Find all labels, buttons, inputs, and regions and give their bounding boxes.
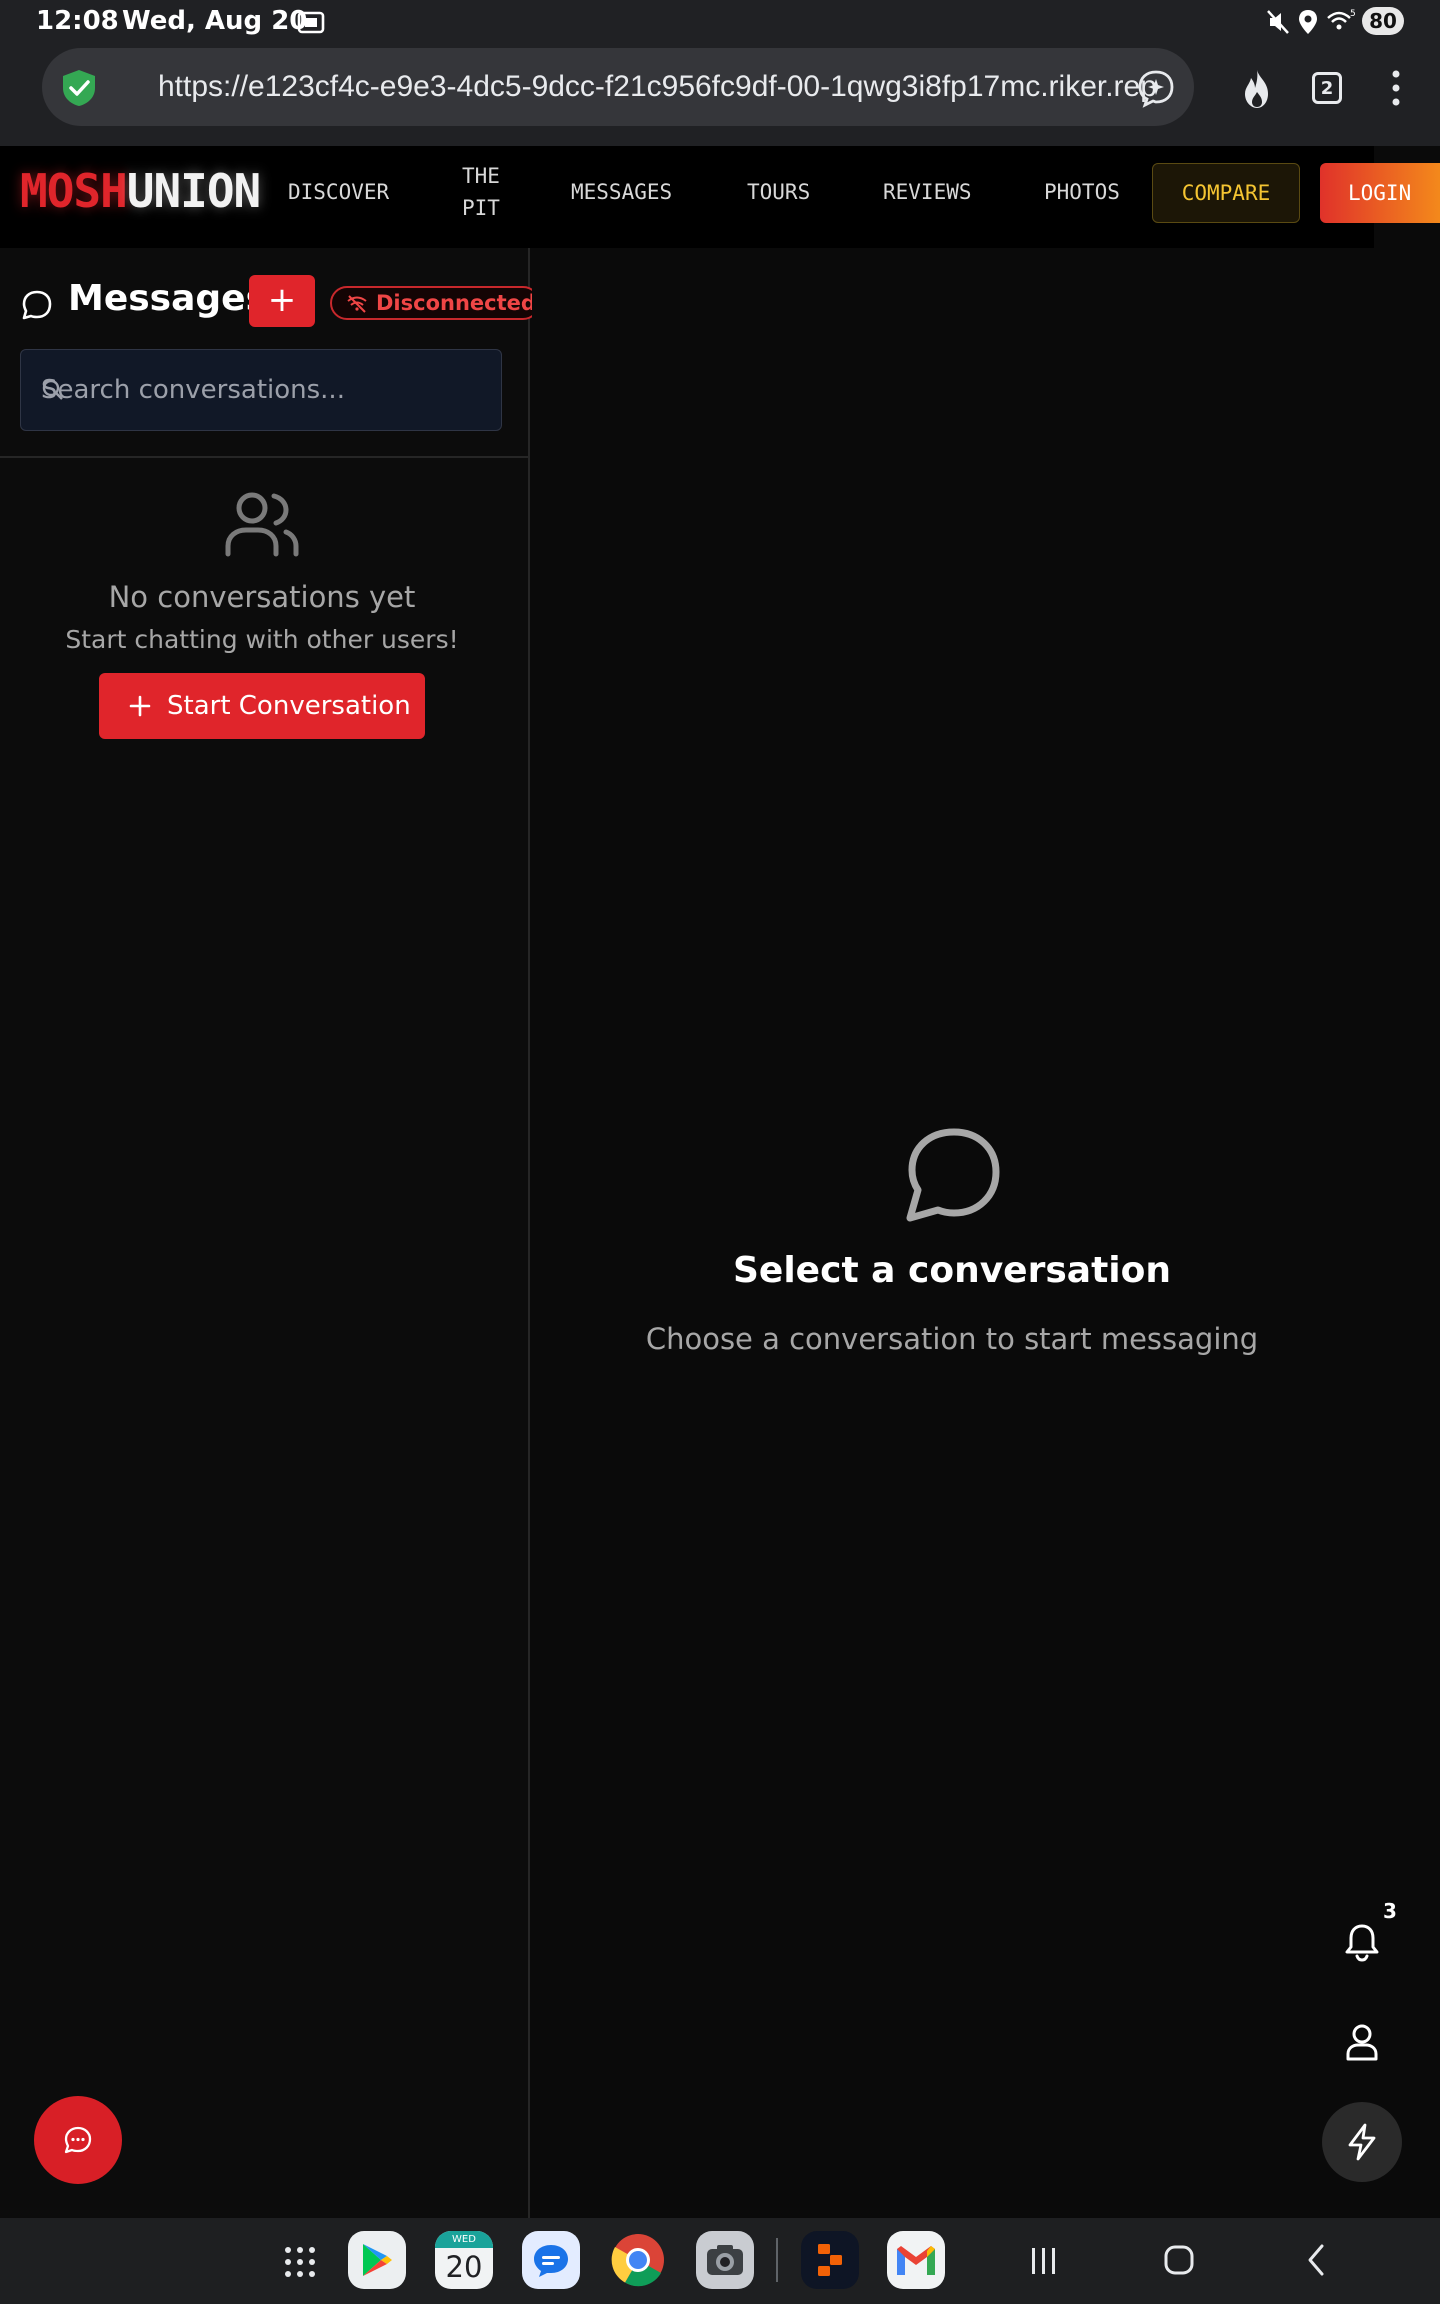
connection-status-label: Disconnected	[376, 291, 536, 315]
nav-the-pit-line2[interactable]: PIT	[462, 192, 500, 224]
status-bar: 12:08 Wed, Aug 20 5 80	[0, 0, 1440, 44]
signal-label: 5	[1350, 9, 1356, 19]
bell-icon[interactable]	[1344, 1922, 1380, 1962]
logo-union: UNION	[126, 164, 261, 218]
search-input[interactable]	[41, 350, 481, 430]
play-store-logo	[363, 2244, 392, 2276]
site-logo[interactable]: MOSHUNION	[20, 164, 261, 218]
tabs-icon[interactable]: 2	[1312, 72, 1342, 104]
calendar-icon[interactable]: WED 20	[435, 2231, 493, 2289]
nav-tours[interactable]: TOURS	[747, 176, 810, 208]
quick-actions-button[interactable]	[1322, 2102, 1402, 2182]
chat-bubble-icon	[22, 290, 52, 320]
dock-divider	[776, 2238, 778, 2282]
chrome-icon[interactable]	[609, 2231, 667, 2289]
nav-photos[interactable]: PHOTOS	[1044, 176, 1120, 208]
site-nav: MOSHUNION DISCOVER THE PIT MESSAGES TOUR…	[0, 146, 1440, 248]
camera-logo	[707, 2245, 743, 2275]
nav-reviews[interactable]: REVIEWS	[883, 176, 972, 208]
play-store-icon[interactable]	[348, 2231, 406, 2289]
nav-messages[interactable]: MESSAGES	[571, 176, 672, 208]
shield-check-icon[interactable]	[60, 68, 98, 108]
calendar-day-label: WED	[435, 2231, 493, 2248]
search-field[interactable]	[20, 349, 502, 431]
nav-discover[interactable]: DISCOVER	[288, 176, 389, 208]
chat-fab-icon	[64, 2126, 92, 2154]
battery-icon: 80	[1362, 7, 1404, 35]
screenshot-icon	[297, 11, 325, 34]
empty-state-subtitle: Start chatting with other users!	[65, 625, 459, 654]
taskbar: WED 20	[0, 2218, 1440, 2304]
home-icon[interactable]	[1162, 2240, 1196, 2280]
empty-state-title: No conversations yet	[108, 580, 416, 614]
plus-icon	[129, 695, 151, 717]
calendar-date-label: 20	[445, 2250, 483, 2284]
nav-the-pit-line1[interactable]: THE	[462, 160, 500, 192]
connection-status-badge: Disconnected	[330, 286, 540, 320]
messages-app-logo	[534, 2245, 568, 2277]
login-button[interactable]: LOGIN	[1320, 163, 1440, 223]
panel-divider	[0, 456, 530, 458]
chrome-logo	[611, 2234, 664, 2287]
conversations-panel: Messages + Disconnected No conversations…	[0, 248, 540, 2218]
logo-mosh: MOSH	[20, 164, 128, 218]
compare-button[interactable]: COMPARE	[1152, 163, 1300, 223]
status-time: 12:08	[36, 6, 119, 36]
assistant-sparkle-icon[interactable]	[1136, 68, 1176, 108]
mute-icon	[1267, 10, 1289, 34]
more-vert-icon[interactable]	[1390, 68, 1402, 108]
status-date: Wed, Aug 20	[122, 6, 308, 36]
recent-apps-icon[interactable]	[1028, 2240, 1060, 2280]
start-conversation-button[interactable]: Start Conversation	[99, 673, 425, 739]
select-conversation-subtitle: Choose a conversation to start messaging	[645, 1322, 1259, 1356]
replit-icon[interactable]	[801, 2231, 859, 2289]
chat-bubble-large-icon	[906, 1128, 1000, 1222]
gmail-icon[interactable]	[887, 2231, 945, 2289]
user-icon[interactable]	[1345, 2023, 1379, 2061]
new-conversation-button[interactable]: +	[249, 275, 315, 327]
users-icon	[225, 492, 299, 557]
wifi-off-icon	[347, 295, 367, 313]
replit-logo	[818, 2244, 842, 2276]
start-conversation-label: Start Conversation	[167, 691, 411, 721]
location-icon	[1299, 10, 1317, 34]
conversation-view: Select a conversation Choose a conversat…	[532, 248, 1374, 2218]
select-conversation-title: Select a conversation	[733, 1250, 1171, 1291]
chat-fab-button[interactable]	[34, 2096, 122, 2184]
back-icon[interactable]	[1304, 2240, 1330, 2280]
lightning-icon	[1348, 2123, 1376, 2161]
app-drawer-icon[interactable]	[284, 2246, 316, 2278]
messages-app-icon[interactable]	[522, 2231, 580, 2289]
camera-icon[interactable]	[696, 2231, 754, 2289]
page-title: Messages	[68, 278, 268, 319]
flame-icon[interactable]	[1238, 68, 1276, 110]
notification-count-badge: 3	[1383, 1899, 1397, 1923]
wifi-icon: 5	[1327, 9, 1356, 30]
browser-toolbar: https://e123cf4c-e9e3-4dc5-9dcc-f21c956f…	[0, 44, 1440, 146]
gmail-logo	[897, 2246, 935, 2275]
address-bar[interactable]: https://e123cf4c-e9e3-4dc5-9dcc-f21c956f…	[42, 48, 1194, 126]
url-text[interactable]: https://e123cf4c-e9e3-4dc5-9dcc-f21c956f…	[158, 70, 1158, 104]
